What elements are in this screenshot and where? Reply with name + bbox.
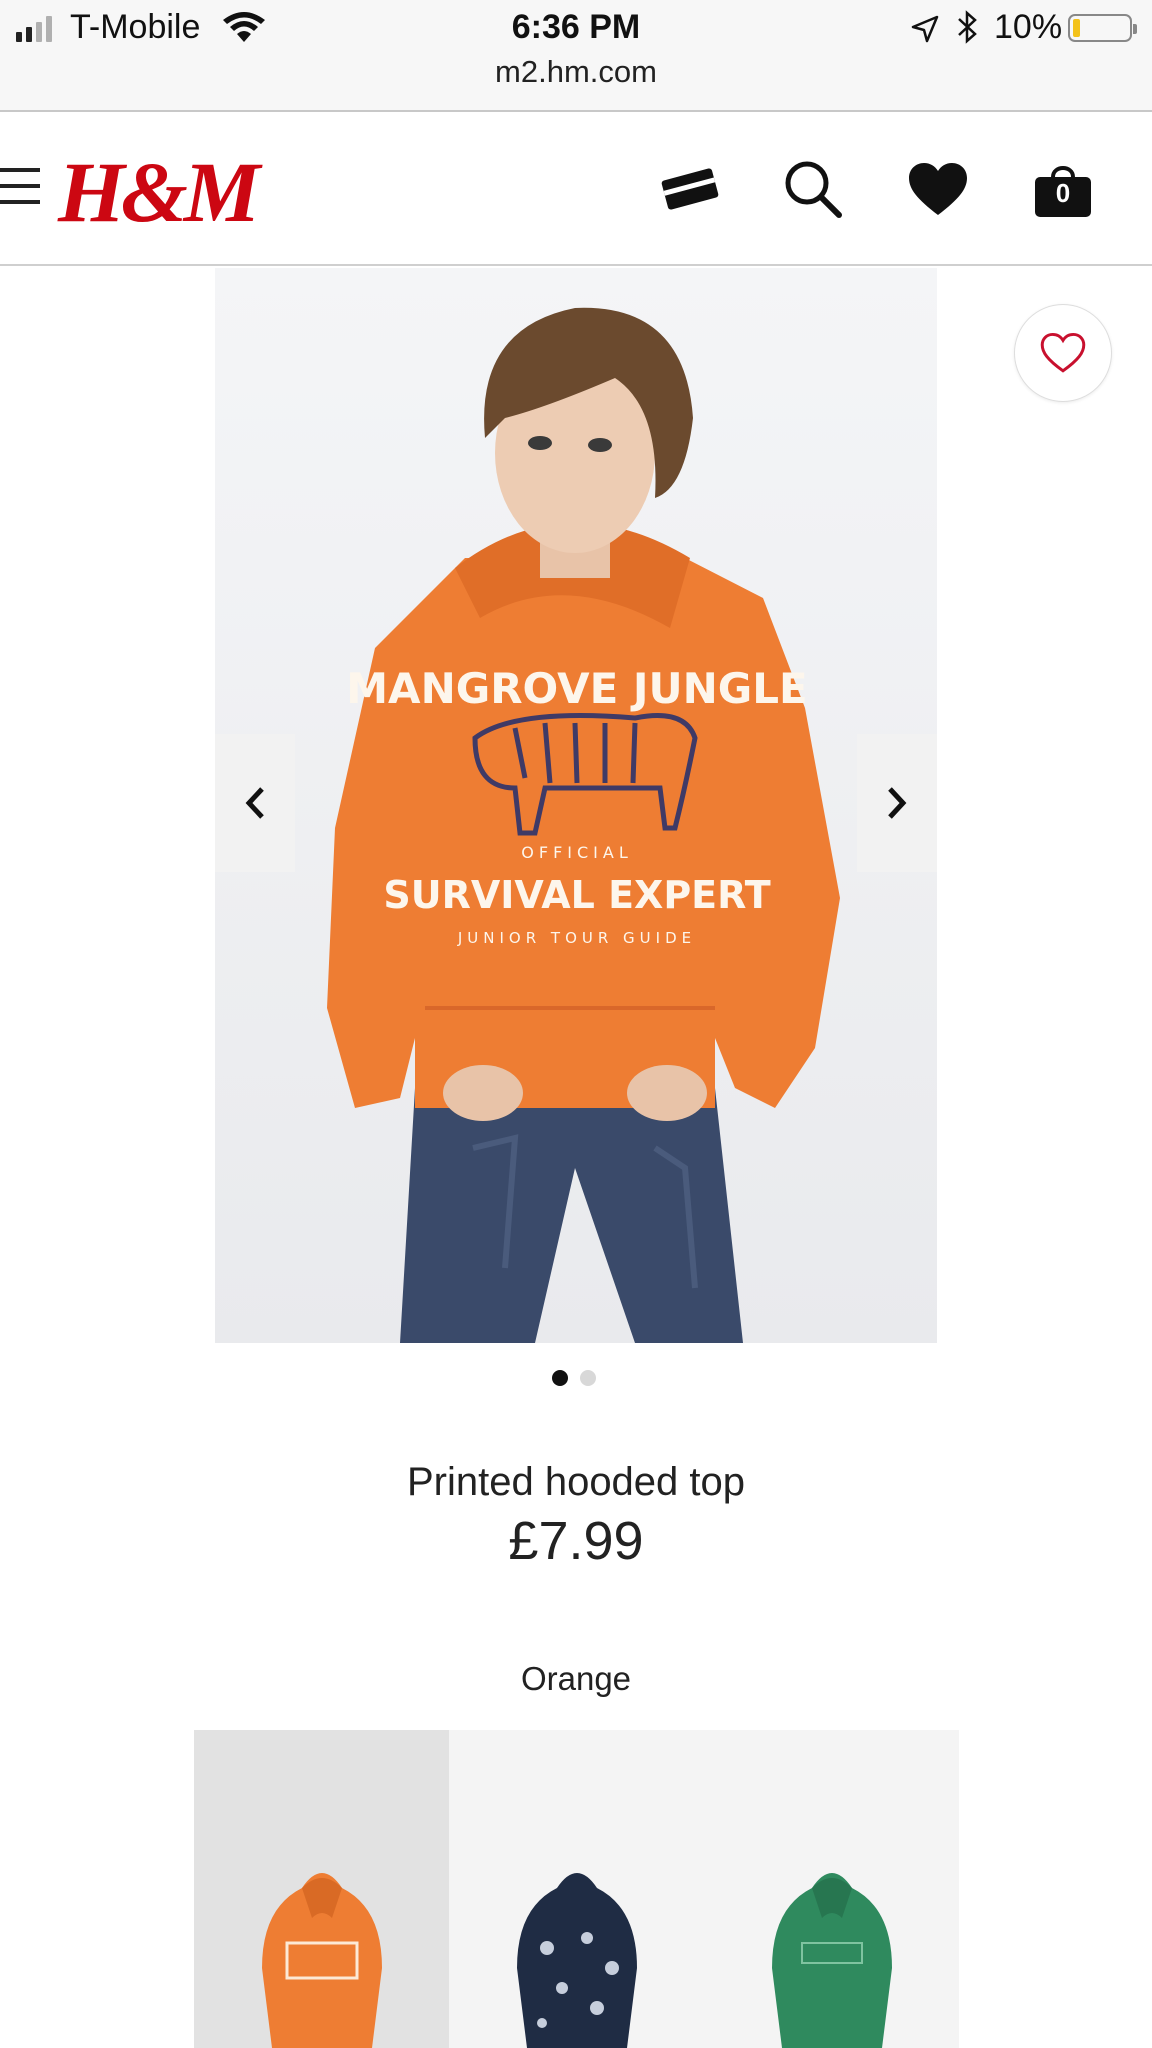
- pagination-dot-1[interactable]: [552, 1370, 568, 1386]
- image-pagination: [552, 1370, 596, 1386]
- chevron-left-icon: [245, 787, 264, 819]
- heart-icon[interactable]: [903, 154, 973, 224]
- print-line-4: JUNIOR TOUR GUIDE: [457, 929, 696, 947]
- pagination-dot-2[interactable]: [580, 1370, 596, 1386]
- print-line-3: SURVIVAL EXPERT: [383, 873, 770, 917]
- location-arrow-icon: [910, 14, 940, 49]
- product-image[interactable]: MANGROVE JUNGLE OFFICIAL SURVIVAL EXPERT…: [215, 268, 937, 1343]
- product-photo: MANGROVE JUNGLE OFFICIAL SURVIVAL EXPERT…: [215, 268, 937, 1343]
- cart-count: 0: [1055, 178, 1071, 208]
- search-icon[interactable]: [778, 154, 848, 224]
- bluetooth-icon: [955, 10, 979, 52]
- hm-logo[interactable]: H&M: [58, 142, 260, 242]
- clock: 6:36 PM: [511, 8, 641, 46]
- selected-color-label: Orange: [520, 1660, 632, 1697]
- shopping-bag-icon[interactable]: 0: [1028, 154, 1098, 224]
- heart-outline-icon: [1040, 332, 1086, 373]
- battery-percent: 10%: [994, 8, 1063, 46]
- product-title: Printed hooded top: [406, 1460, 746, 1504]
- previous-image-button[interactable]: [215, 734, 295, 872]
- print-line-1: MANGROVE JUNGLE: [346, 664, 807, 713]
- chevron-right-icon: [888, 787, 907, 819]
- add-to-favourites-button[interactable]: [1014, 304, 1112, 402]
- next-image-button[interactable]: [857, 734, 937, 872]
- site-header: H&M 0: [0, 112, 1152, 266]
- battery-icon: [1068, 14, 1137, 42]
- swatch-navy-animal-print[interactable]: [449, 1730, 704, 2048]
- menu-icon[interactable]: [0, 168, 40, 204]
- product-price: £7.99: [508, 1511, 644, 1571]
- status-bar: T-Mobile 6:36 PM m2.hm.com 10%: [0, 0, 1152, 112]
- address-bar-url[interactable]: m2.hm.com: [0, 54, 1152, 90]
- payment-card-icon[interactable]: [655, 154, 725, 224]
- swatch-green[interactable]: [704, 1730, 959, 2048]
- print-line-2: OFFICIAL: [521, 843, 632, 862]
- color-swatches: [194, 1730, 959, 2048]
- swatch-orange[interactable]: [194, 1730, 449, 2048]
